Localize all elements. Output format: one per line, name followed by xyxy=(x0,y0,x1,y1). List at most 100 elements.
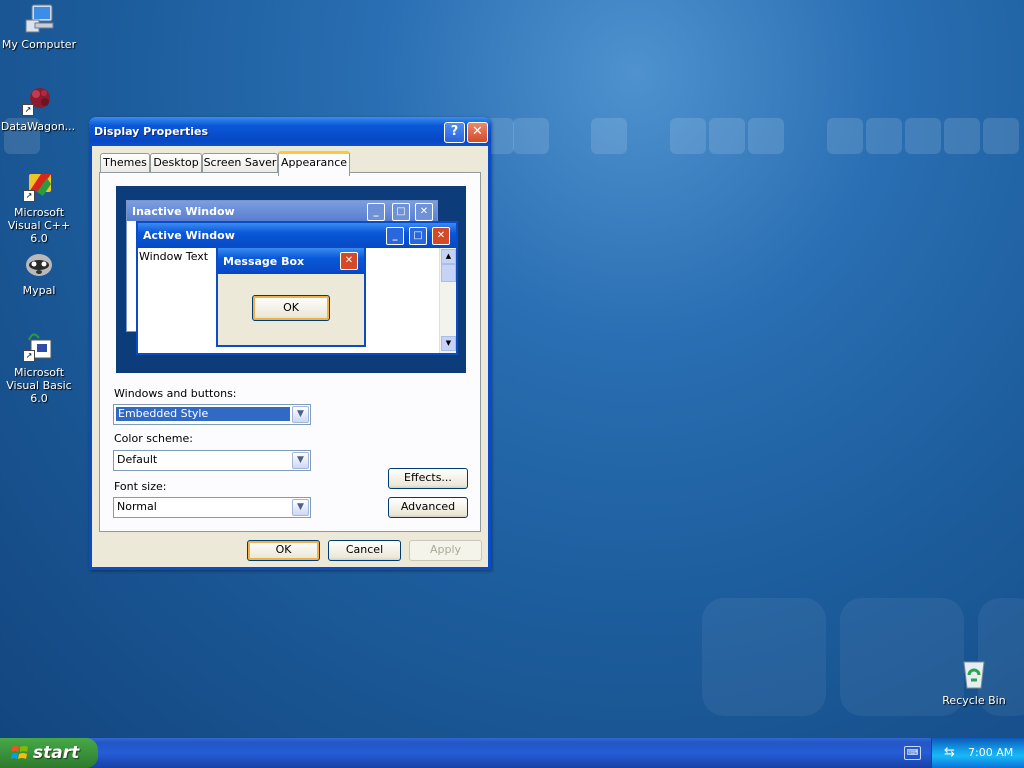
keyboard-icon[interactable]: ⌨ xyxy=(904,746,921,760)
display-properties-dialog: Display Properties ? ✕ Themes Desktop Sc… xyxy=(89,117,491,570)
background-tile xyxy=(944,118,980,154)
chevron-down-icon[interactable]: ▼ xyxy=(292,452,309,469)
preview-inactive-title: Inactive Window xyxy=(132,205,235,218)
desktop-icon-label: My Computer xyxy=(1,38,77,51)
cancel-button[interactable]: Cancel xyxy=(328,540,401,561)
scroll-thumb xyxy=(441,264,456,282)
clock[interactable]: 7:00 AM xyxy=(968,746,1013,759)
ok-label: OK xyxy=(275,543,292,556)
apply-button[interactable]: Apply xyxy=(409,540,482,561)
background-panel xyxy=(702,598,826,716)
desktop-icon-label: Microsoft Visual C++ 6.0 xyxy=(7,206,71,245)
preview-active-title: Active Window xyxy=(143,229,235,242)
desktop-icon-datawagon[interactable]: ↗ DataWagon... xyxy=(0,84,78,133)
font-size-select[interactable]: Normal ▼ xyxy=(113,497,311,518)
shortcut-arrow-icon: ↗ xyxy=(22,104,34,116)
desktop-icon-label: Recycle Bin xyxy=(942,694,1006,707)
start-button[interactable]: start xyxy=(0,738,98,768)
datawagon-icon: ↗ xyxy=(22,84,54,116)
taskbar: start ⌨ ⇆ 7:00 AM xyxy=(0,738,1024,768)
desktop-icon-visual-cpp[interactable]: ↗ Microsoft Visual C++ 6.0 xyxy=(0,170,79,245)
desktop-icon-recycle-bin[interactable]: Recycle Bin xyxy=(934,658,1014,707)
background-tile xyxy=(905,118,941,154)
preview-scrollbar: ▲ ▼ xyxy=(439,248,456,353)
background-tile xyxy=(827,118,863,154)
desktop: My Computer ↗ DataWagon... ↗ Microsoft V… xyxy=(0,0,1024,738)
tab-screen-saver[interactable]: Screen Saver xyxy=(202,153,278,172)
desktop-icon-label: DataWagon... xyxy=(0,120,76,133)
maximize-icon: □ xyxy=(392,203,410,221)
color-scheme-select[interactable]: Default ▼ xyxy=(113,450,311,471)
dialog-body: Themes Desktop Screen Saver Appearance I… xyxy=(92,146,488,567)
background-tile xyxy=(709,118,745,154)
shortcut-arrow-icon: ↗ xyxy=(23,190,35,202)
ok-button[interactable]: OK xyxy=(247,540,320,561)
appearance-preview: Inactive Window _ □ ✕ Active Window _ □ … xyxy=(116,186,466,373)
windows-buttons-label: Windows and buttons: xyxy=(114,387,237,400)
preview-message-box-title-bar: Message Box ✕ xyxy=(218,248,364,274)
background-tile xyxy=(748,118,784,154)
advanced-button[interactable]: Advanced xyxy=(388,497,468,518)
effects-label: Effects... xyxy=(404,471,452,484)
preview-active-title-bar: Active Window _ □ ✕ xyxy=(138,223,456,248)
close-icon: ✕ xyxy=(415,203,433,221)
preview-ok-button: OK xyxy=(252,295,330,321)
font-size-label: Font size: xyxy=(114,480,167,493)
preview-message-box: Message Box ✕ OK xyxy=(216,246,366,347)
advanced-label: Advanced xyxy=(400,500,456,513)
preview-inactive-title-bar: Inactive Window _ □ ✕ xyxy=(127,201,437,221)
desktop-icon-label: Microsoft Visual Basic 6.0 xyxy=(6,366,72,405)
close-button[interactable]: ✕ xyxy=(467,122,488,143)
tab-appearance[interactable]: Appearance xyxy=(278,151,350,176)
tab-label: Screen Saver xyxy=(203,156,277,169)
tab-label: Appearance xyxy=(280,156,348,169)
system-tray: ⇆ 7:00 AM xyxy=(931,738,1024,768)
desktop-icon-visual-basic[interactable]: ↗ Microsoft Visual Basic 6.0 xyxy=(0,330,79,405)
preview-window-text: Window Text xyxy=(139,250,209,263)
preview-message-box-title: Message Box xyxy=(223,255,305,268)
windows-logo-icon xyxy=(11,744,29,767)
help-button[interactable]: ? xyxy=(444,122,465,143)
visual-cpp-icon: ↗ xyxy=(23,170,55,202)
visual-basic-icon: ↗ xyxy=(23,330,55,362)
apply-label: Apply xyxy=(429,543,462,556)
dialog-title-bar[interactable]: Display Properties ? ✕ xyxy=(89,117,491,146)
close-icon: ✕ xyxy=(432,227,450,245)
background-tile xyxy=(866,118,902,154)
recycle-bin-icon xyxy=(958,658,990,690)
chevron-down-icon[interactable]: ▼ xyxy=(292,406,309,423)
color-scheme-label: Color scheme: xyxy=(114,432,193,445)
desktop-icon-label: Mypal xyxy=(22,284,56,297)
scroll-up-icon: ▲ xyxy=(441,249,456,264)
raccoon-icon xyxy=(23,248,55,280)
desktop-icon-mypal[interactable]: Mypal xyxy=(0,248,79,297)
maximize-icon: □ xyxy=(409,227,427,245)
close-icon: ✕ xyxy=(472,124,483,139)
background-tile xyxy=(983,118,1019,154)
windows-buttons-select[interactable]: Embedded Style ▼ xyxy=(113,404,311,425)
tab-desktop[interactable]: Desktop xyxy=(150,153,202,172)
tab-label: Themes xyxy=(103,156,147,169)
tab-label: Desktop xyxy=(153,156,199,169)
minimize-icon: _ xyxy=(367,203,385,221)
effects-button[interactable]: Effects... xyxy=(388,468,468,489)
chevron-down-icon[interactable]: ▼ xyxy=(292,499,309,516)
network-icon[interactable]: ⇆ xyxy=(944,745,960,761)
shortcut-arrow-icon: ↗ xyxy=(23,350,35,362)
dialog-title: Display Properties xyxy=(94,125,209,138)
cancel-label: Cancel xyxy=(345,543,384,556)
help-icon: ? xyxy=(450,124,459,139)
color-scheme-value: Default xyxy=(117,453,158,466)
windows-buttons-value: Embedded Style xyxy=(116,407,290,421)
background-tile xyxy=(670,118,706,154)
tab-themes[interactable]: Themes xyxy=(100,153,150,172)
background-tile xyxy=(591,118,627,154)
background-tile xyxy=(513,118,549,154)
computer-icon xyxy=(23,2,55,34)
desktop-icon-my-computer[interactable]: My Computer xyxy=(0,2,79,51)
close-icon: ✕ xyxy=(340,252,358,270)
font-size-value: Normal xyxy=(117,500,157,513)
preview-ok-label: OK xyxy=(283,301,299,314)
scroll-down-icon: ▼ xyxy=(441,336,456,351)
appearance-panel: Inactive Window _ □ ✕ Active Window _ □ … xyxy=(99,172,481,532)
